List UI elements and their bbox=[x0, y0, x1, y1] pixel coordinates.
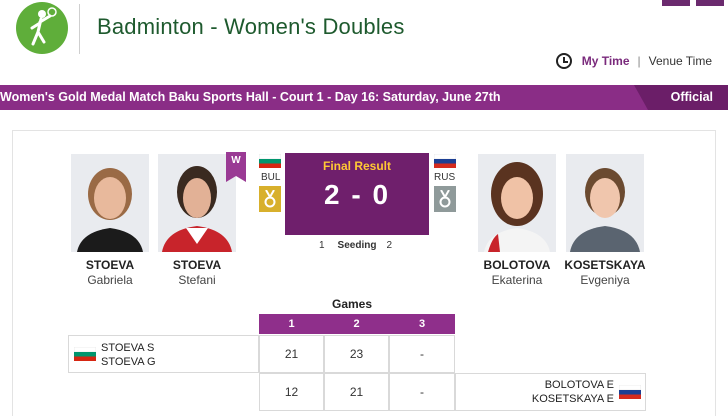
pair-player-1: STOEVA S bbox=[101, 342, 155, 354]
game-score-cell: 23 bbox=[324, 335, 389, 373]
seeding-label: Seeding bbox=[337, 240, 377, 251]
time-toggle: My Time | Venue Time bbox=[555, 52, 712, 70]
my-time-link[interactable]: My Time bbox=[582, 54, 630, 68]
final-result-box: Final Result 2 - 0 bbox=[285, 153, 429, 235]
winner-badge: W bbox=[226, 152, 246, 182]
noc-code-left: BUL bbox=[261, 172, 281, 183]
seeding-row: 1 Seeding 2 bbox=[285, 240, 429, 254]
status-tab: Official bbox=[634, 85, 728, 110]
top-tab-left[interactable] bbox=[662, 0, 690, 6]
silver-medal-icon bbox=[434, 186, 456, 212]
player-first-name: Evgeniya bbox=[580, 273, 630, 287]
player-first-name: Ekaterina bbox=[491, 273, 543, 287]
player-photo-kosetskaya-evgeniya[interactable] bbox=[566, 154, 644, 252]
clock-icon bbox=[555, 53, 572, 69]
game-score-cell: 12 bbox=[259, 373, 324, 411]
player-first-name: Gabriela bbox=[87, 273, 133, 287]
game-score-cell: - bbox=[389, 373, 455, 411]
venue-time-link[interactable]: Venue Time bbox=[649, 54, 712, 68]
game-score-cell: 21 bbox=[259, 335, 324, 373]
page-title: Badminton - Women's Doubles bbox=[97, 14, 405, 39]
time-separator: | bbox=[637, 54, 641, 68]
gold-medal-icon bbox=[259, 186, 281, 212]
games-title: Games bbox=[332, 297, 373, 311]
player-photo-stoeva-gabriela[interactable] bbox=[71, 154, 149, 252]
player-photo-bolotova-ekaterina[interactable] bbox=[478, 154, 556, 252]
official-status-badge: Official bbox=[670, 90, 713, 104]
header-divider bbox=[79, 4, 80, 54]
bulgaria-flag-icon bbox=[258, 153, 282, 168]
pair-player-1: BOLOTOVA E bbox=[544, 379, 614, 391]
badminton-player-icon bbox=[16, 2, 68, 54]
player-last-name: BOLOTOVA bbox=[483, 258, 551, 272]
player-last-name: STOEVA bbox=[85, 258, 135, 272]
event-description: Women's Gold Medal Match Baku Sports Hal… bbox=[0, 90, 501, 104]
game-score-cell: 21 bbox=[324, 373, 389, 411]
event-info-bar: Women's Gold Medal Match Baku Sports Hal… bbox=[0, 85, 728, 110]
pair-cell-left: STOEVA S STOEVA G bbox=[68, 335, 259, 373]
player-first-name: Stefani bbox=[178, 273, 216, 287]
bulgaria-flag-icon bbox=[73, 346, 97, 361]
game-header-1: 1 bbox=[259, 314, 324, 334]
pair-player-2: STOEVA G bbox=[101, 356, 156, 368]
game-header-2: 2 bbox=[324, 314, 389, 334]
final-score: 2 - 0 bbox=[323, 179, 391, 210]
final-result-label: Final Result bbox=[322, 159, 391, 173]
russia-flag-icon bbox=[433, 153, 457, 168]
player-photo-stoeva-stefani[interactable] bbox=[158, 154, 236, 252]
player-last-name: STOEVA bbox=[172, 258, 222, 272]
seeding-right: 2 bbox=[386, 240, 392, 251]
player-last-name: KOSETSKAYA bbox=[564, 258, 646, 272]
top-tab-right[interactable] bbox=[696, 0, 724, 6]
pair-player-2: KOSETSKAYA E bbox=[531, 393, 614, 405]
noc-code-right: RUS bbox=[434, 172, 456, 183]
pair-cell-right: BOLOTOVA E KOSETSKAYA E bbox=[455, 373, 646, 411]
game-header-3: 3 bbox=[389, 314, 455, 334]
game-score-cell: - bbox=[389, 335, 455, 373]
russia-flag-icon bbox=[618, 384, 642, 399]
